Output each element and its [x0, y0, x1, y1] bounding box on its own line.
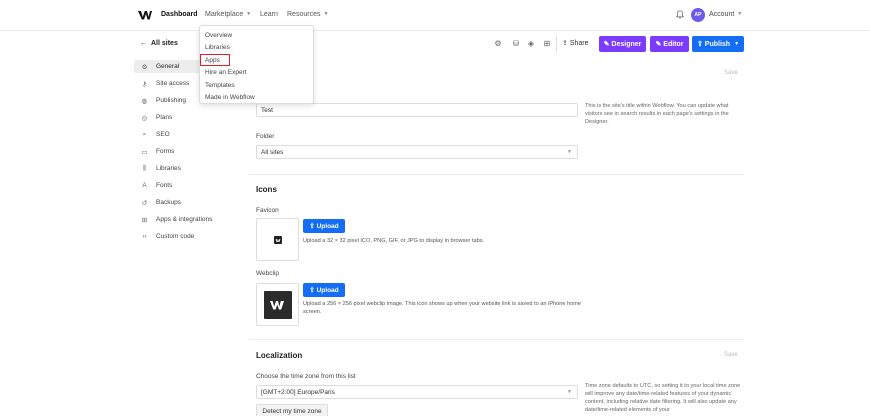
top-navigation: Dashboard Marketplace ▼ Learn Resources ▼ … — [0, 0, 870, 31]
sidebar-item-backups[interactable]: ↺ Backups — [134, 196, 230, 209]
favicon-description: Upload a 32 × 32 pixel ICO, PNG, GIF, or… — [303, 238, 485, 244]
share-button[interactable]: ⇪ Share — [562, 39, 589, 47]
webclip-preview — [256, 283, 299, 326]
apps-icon: ⊞ — [141, 216, 148, 224]
localization-save-button[interactable]: Save — [724, 352, 738, 358]
site-name-input[interactable]: Test — [256, 103, 578, 117]
nav-dashboard[interactable]: Dashboard — [161, 11, 198, 18]
pencil-icon: ✎ — [655, 41, 664, 48]
icons-section-title: Icons — [256, 185, 277, 194]
sidebar-item-fonts[interactable]: A Fonts — [134, 179, 230, 192]
plans-icon: ◎ — [141, 114, 148, 122]
sidebar-item-seo[interactable]: ⌕ SEO — [134, 128, 230, 141]
favicon-preview — [256, 218, 299, 261]
chevron-down-icon: ▼ — [567, 149, 572, 155]
chevron-down-icon: ▼ — [734, 41, 740, 47]
menu-item-made-in-webflow[interactable]: Made in Webflow — [205, 94, 255, 101]
library-icon: ⫼ — [143, 164, 146, 172]
nav-learn[interactable]: Learn — [260, 11, 278, 18]
webflow-logo-icon[interactable] — [138, 9, 152, 21]
favicon-upload-button[interactable]: ⇧ Upload — [303, 219, 345, 233]
avatar[interactable]: AP — [691, 8, 705, 22]
forms-icon: ▭ — [141, 148, 148, 156]
webclip-upload-button[interactable]: ⇧ Upload — [303, 283, 345, 297]
webclip-label: Webclip — [256, 270, 280, 277]
backup-icon: ↺ — [141, 199, 148, 207]
rocket-icon: ⇧ — [696, 41, 705, 48]
publish-button[interactable]: ⇧ Publish ▼ — [692, 36, 744, 52]
account-menu[interactable]: Account ▼ — [709, 11, 742, 18]
chevron-down-icon: ▼ — [567, 389, 572, 395]
arrow-left-icon: ← — [140, 40, 147, 47]
sidebar-item-apps-integrations[interactable]: ⊞ Apps & integrations — [134, 213, 230, 226]
folder-label: Folder — [256, 133, 275, 140]
sidebar-item-forms[interactable]: ▭ Forms — [134, 145, 230, 158]
code-icon: ‹› — [142, 233, 147, 240]
sidebar-item-custom-code[interactable]: ‹› Custom code — [134, 230, 230, 243]
bell-icon[interactable] — [676, 10, 684, 19]
section-divider — [249, 174, 744, 175]
key-icon: ⚷ — [142, 80, 147, 88]
back-to-all-sites[interactable]: ← All sites — [140, 40, 178, 47]
folder-select[interactable]: All sites ▼ — [256, 145, 578, 159]
search-icon: ⌕ — [142, 130, 147, 138]
menu-item-overview[interactable]: Overview — [205, 32, 232, 39]
upload-icon: ⇧ — [309, 287, 317, 294]
timezone-select[interactable]: [GMT+2:00] Europe/Paris ▼ — [256, 385, 578, 399]
menu-item-hire-an-expert[interactable]: Hire an Expert — [205, 69, 247, 76]
toolbar-divider — [556, 37, 557, 51]
brush-icon: ✎ — [603, 41, 612, 48]
gear-icon: ⚙ — [141, 63, 148, 71]
sidebar-item-plans[interactable]: ◎ Plans — [134, 111, 230, 124]
globe-icon: ◍ — [141, 97, 148, 105]
timezone-help: Time zone defaults to UTC, so setting it… — [585, 383, 741, 413]
apps-highlight-box — [200, 54, 230, 66]
font-icon: A — [142, 182, 147, 189]
designer-button[interactable]: ✎ Designer — [599, 36, 646, 52]
settings-sliders-icon[interactable]: ⚙ — [493, 38, 503, 48]
localization-section-title: Localization — [256, 351, 303, 360]
detect-timezone-button[interactable]: Detect my time zone — [256, 404, 328, 416]
webclip-description: Upload a 256 × 256 pixel webclip image. … — [303, 301, 582, 315]
menu-item-templates[interactable]: Templates — [205, 82, 235, 89]
chevron-down-icon: ▼ — [323, 11, 329, 18]
section-divider — [249, 339, 744, 340]
share-icon: ⇪ — [562, 40, 570, 47]
cms-icon[interactable]: ⛁ — [511, 38, 521, 48]
timezone-label: Choose the time zone from this list — [256, 373, 356, 380]
sidebar-item-libraries[interactable]: ⫼ Libraries — [134, 162, 230, 175]
favicon-image-icon — [273, 235, 282, 244]
webclip-image-icon — [263, 290, 292, 319]
favicon-label: Favicon — [256, 207, 279, 214]
upload-icon: ⇧ — [309, 223, 317, 230]
grid-icon[interactable]: ⊞ — [542, 38, 552, 48]
nav-marketplace[interactable]: Marketplace ▼ — [205, 11, 251, 18]
site-name-help: This is the site's title within Webflow.… — [585, 103, 729, 125]
nav-resources[interactable]: Resources ▼ — [287, 11, 328, 18]
chevron-down-icon: ▼ — [737, 11, 743, 18]
overview-save-button[interactable]: Save — [724, 70, 738, 76]
editor-button[interactable]: ✎ Editor — [650, 36, 689, 52]
layers-icon[interactable]: ◈ — [526, 38, 536, 48]
menu-item-libraries[interactable]: Libraries — [205, 44, 230, 51]
chevron-down-icon: ▼ — [246, 11, 252, 18]
